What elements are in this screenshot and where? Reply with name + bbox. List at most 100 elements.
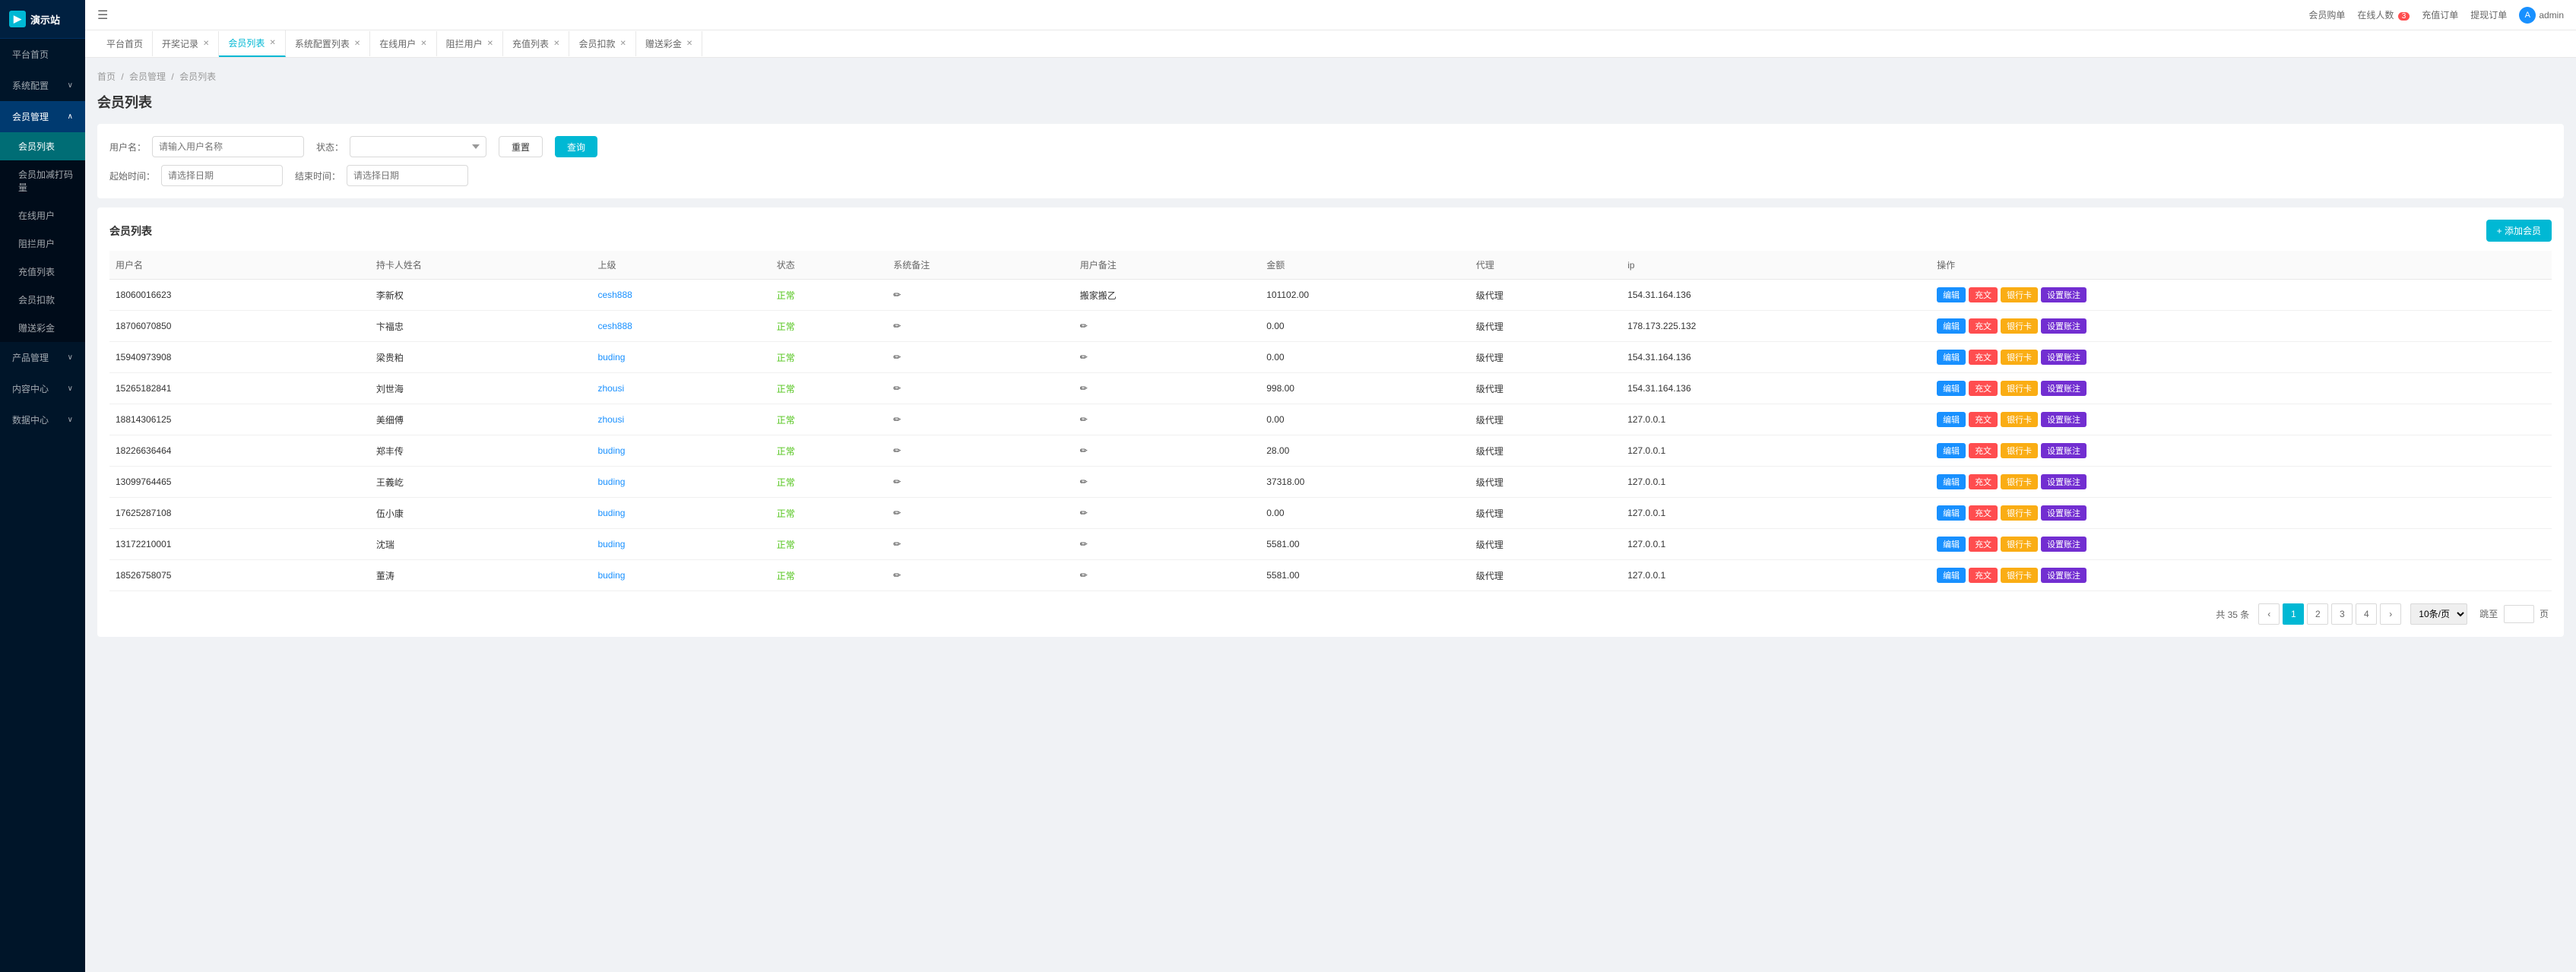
bank-button[interactable]: 银行卡	[2001, 381, 2038, 396]
charge-button[interactable]: 充文	[1969, 381, 1998, 396]
bank-button[interactable]: 银行卡	[2001, 568, 2038, 583]
cell-sys-note[interactable]: ✏	[887, 280, 1073, 311]
settings-button[interactable]: 设置账注	[2041, 443, 2086, 458]
tab-close-system-config[interactable]: ✕	[354, 40, 360, 48]
settings-button[interactable]: 设置账注	[2041, 350, 2086, 365]
sidebar-submenu-item-recharge-list[interactable]: 充值列表	[0, 258, 85, 286]
tab-member-list[interactable]: 会员列表 ✕	[219, 30, 285, 57]
charge-button[interactable]: 充文	[1969, 443, 1998, 458]
sidebar-submenu-item-blocked-users[interactable]: 阻拦用户	[0, 230, 85, 258]
tab-close-open-records[interactable]: ✕	[203, 40, 209, 48]
cell-sys-note[interactable]: ✏	[887, 435, 1073, 467]
cell-user-note[interactable]: ✏	[1074, 498, 1260, 529]
tab-recharge-list[interactable]: 充值列表 ✕	[503, 31, 569, 56]
cell-user-note[interactable]: ✏	[1074, 342, 1260, 373]
edit-button[interactable]: 编辑	[1937, 350, 1966, 365]
cell-sys-note[interactable]: ✏	[887, 404, 1073, 435]
bank-button[interactable]: 银行卡	[2001, 350, 2038, 365]
edit-button[interactable]: 编辑	[1937, 318, 1966, 334]
start-time-input[interactable]	[161, 165, 283, 186]
charge-button[interactable]: 充文	[1969, 505, 1998, 521]
settings-button[interactable]: 设置账注	[2041, 568, 2086, 583]
settings-button[interactable]: 设置账注	[2041, 287, 2086, 302]
edit-button[interactable]: 编辑	[1937, 505, 1966, 521]
cell-sys-note[interactable]: ✏	[887, 529, 1073, 560]
sidebar-item-content-center[interactable]: 内容中心 ∨	[0, 373, 85, 404]
bank-button[interactable]: 银行卡	[2001, 318, 2038, 334]
edit-button[interactable]: 编辑	[1937, 568, 1966, 583]
charge-button[interactable]: 充文	[1969, 287, 1998, 302]
member-purchase-link[interactable]: 会员购单	[2308, 8, 2345, 21]
charge-button[interactable]: 充文	[1969, 537, 1998, 552]
tab-close-recharge-list[interactable]: ✕	[553, 40, 559, 48]
recharge-order-link[interactable]: 充值订单	[2422, 8, 2458, 21]
online-count-link[interactable]: 在线人数 3	[2357, 8, 2410, 21]
page-prev-btn[interactable]: ‹	[2258, 603, 2280, 625]
tab-close-member-list[interactable]: ✕	[269, 39, 275, 47]
bank-button[interactable]: 银行卡	[2001, 287, 2038, 302]
bank-button[interactable]: 银行卡	[2001, 505, 2038, 521]
charge-button[interactable]: 充文	[1969, 412, 1998, 427]
cell-sys-note[interactable]: ✏	[887, 342, 1073, 373]
cell-user-note[interactable]: ✏	[1074, 311, 1260, 342]
cell-user-note[interactable]: ✏	[1074, 435, 1260, 467]
settings-button[interactable]: 设置账注	[2041, 505, 2086, 521]
sidebar-submenu-item-add-points[interactable]: 会员加减打码量	[0, 160, 85, 201]
cell-user-note[interactable]: ✏	[1074, 467, 1260, 498]
sidebar-submenu-item-member-rebate[interactable]: 会员扣款	[0, 286, 85, 314]
tab-close-transfer-gold[interactable]: ✕	[686, 40, 692, 48]
cell-user-note[interactable]: ✏	[1074, 529, 1260, 560]
charge-button[interactable]: 充文	[1969, 474, 1998, 489]
edit-button[interactable]: 编辑	[1937, 381, 1966, 396]
menu-toggle-icon[interactable]: ☰	[97, 8, 108, 23]
page-btn-3[interactable]: 3	[2331, 603, 2353, 625]
tab-platform-home[interactable]: 平台首页	[97, 31, 153, 56]
bank-button[interactable]: 银行卡	[2001, 443, 2038, 458]
settings-button[interactable]: 设置账注	[2041, 381, 2086, 396]
settings-button[interactable]: 设置账注	[2041, 474, 2086, 489]
settings-button[interactable]: 设置账注	[2041, 537, 2086, 552]
edit-button[interactable]: 编辑	[1937, 537, 1966, 552]
page-jump-input[interactable]	[2504, 605, 2534, 623]
breadcrumb-home[interactable]: 首页	[97, 71, 116, 82]
cell-sys-note[interactable]: ✏	[887, 498, 1073, 529]
user-menu[interactable]: A admin	[2519, 7, 2564, 24]
tab-close-member-rebate[interactable]: ✕	[619, 40, 626, 48]
cell-user-note[interactable]: ✏	[1074, 560, 1260, 591]
username-input[interactable]	[152, 136, 304, 157]
page-size-select[interactable]: 10条/页 20条/页 50条/页	[2410, 603, 2467, 625]
add-member-button[interactable]: + 添加会员	[2486, 220, 2552, 242]
tab-transfer-gold[interactable]: 赠送彩金 ✕	[636, 31, 702, 56]
end-time-input[interactable]	[347, 165, 468, 186]
settings-button[interactable]: 设置账注	[2041, 412, 2086, 427]
cell-user-note[interactable]: ✏	[1074, 373, 1260, 404]
sidebar-submenu-item-transfer-gold[interactable]: 赠送彩金	[0, 314, 85, 342]
sidebar-item-member-mgmt[interactable]: 会员管理 ∧	[0, 101, 85, 132]
cell-user-note[interactable]: ✏	[1074, 404, 1260, 435]
edit-button[interactable]: 编辑	[1937, 287, 1966, 302]
sidebar-item-product-mgmt[interactable]: 产品管理 ∨	[0, 342, 85, 373]
page-btn-2[interactable]: 2	[2307, 603, 2328, 625]
page-btn-4[interactable]: 4	[2356, 603, 2377, 625]
sidebar-item-data-center[interactable]: 数据中心 ∨	[0, 404, 85, 435]
tab-member-rebate[interactable]: 会员扣款 ✕	[569, 31, 635, 56]
cell-sys-note[interactable]: ✏	[887, 467, 1073, 498]
tab-open-records[interactable]: 开奖记录 ✕	[153, 31, 219, 56]
sidebar-submenu-item-online-users[interactable]: 在线用户	[0, 201, 85, 230]
edit-button[interactable]: 编辑	[1937, 443, 1966, 458]
cell-sys-note[interactable]: ✏	[887, 311, 1073, 342]
charge-button[interactable]: 充文	[1969, 568, 1998, 583]
bank-button[interactable]: 银行卡	[2001, 412, 2038, 427]
reset-button[interactable]: 重置	[499, 136, 543, 157]
submit-order-link[interactable]: 提现订单	[2470, 8, 2507, 21]
settings-button[interactable]: 设置账注	[2041, 318, 2086, 334]
edit-button[interactable]: 编辑	[1937, 412, 1966, 427]
bank-button[interactable]: 银行卡	[2001, 474, 2038, 489]
tab-blocked-users[interactable]: 阻拦用户 ✕	[437, 31, 503, 56]
cell-sys-note[interactable]: ✏	[887, 560, 1073, 591]
bank-button[interactable]: 银行卡	[2001, 537, 2038, 552]
cell-sys-note[interactable]: ✏	[887, 373, 1073, 404]
charge-button[interactable]: 充文	[1969, 318, 1998, 334]
edit-button[interactable]: 编辑	[1937, 474, 1966, 489]
tab-close-blocked-users[interactable]: ✕	[487, 40, 493, 48]
